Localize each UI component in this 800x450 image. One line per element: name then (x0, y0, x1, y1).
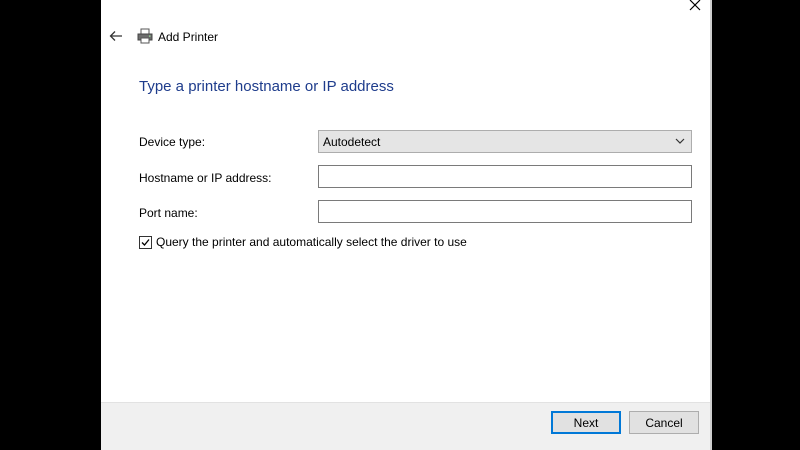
hostname-input[interactable] (318, 165, 692, 188)
query-printer-checkbox[interactable] (139, 235, 152, 249)
window-title: Add Printer (158, 30, 219, 44)
page-title: Type a printer hostname or IP address (139, 78, 394, 95)
device-type-value: Autodetect (323, 134, 381, 149)
checkmark-icon (141, 238, 150, 246)
add-printer-dialog (101, 0, 712, 450)
query-printer-option[interactable]: Query the printer and automatically sele… (139, 235, 467, 249)
back-arrow-icon (109, 31, 122, 41)
chevron-down-icon (675, 138, 685, 144)
port-name-label: Port name: (139, 206, 198, 220)
cancel-button[interactable]: Cancel (629, 411, 699, 434)
close-button[interactable] (680, 0, 710, 14)
device-type-dropdown[interactable]: Autodetect (318, 130, 692, 153)
back-button[interactable] (106, 27, 126, 45)
query-printer-label: Query the printer and automatically sele… (156, 235, 467, 249)
close-icon (689, 0, 701, 11)
device-type-label: Device type: (139, 135, 206, 149)
window-border (710, 0, 712, 450)
port-name-input[interactable] (318, 200, 692, 223)
printer-icon (137, 28, 153, 44)
next-button[interactable]: Next (551, 411, 621, 434)
hostname-label: Hostname or IP address: (139, 171, 272, 185)
